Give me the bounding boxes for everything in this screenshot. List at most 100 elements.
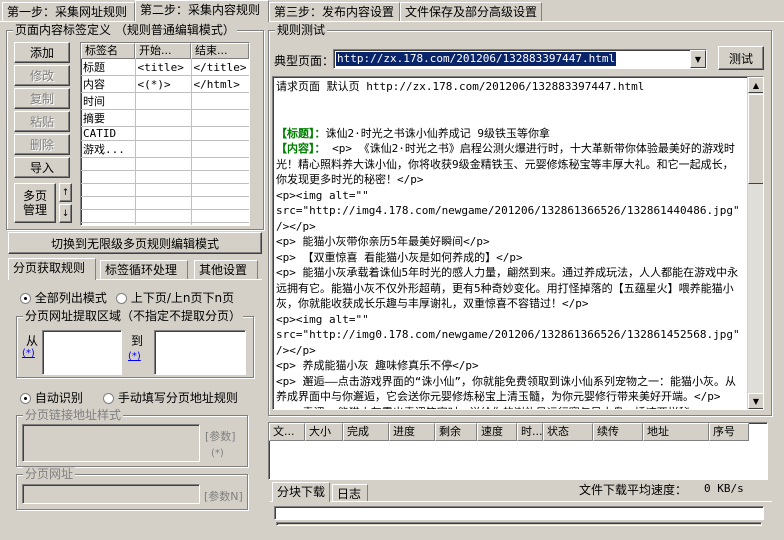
output-text: src="http://img4.178.com/newgame/201206/… <box>276 204 740 233</box>
tab-step2[interactable]: 第二步：采集内容规则 <box>135 0 269 22</box>
scroll-thumb[interactable] <box>748 94 763 184</box>
to-star-link[interactable]: (*) <box>128 351 141 362</box>
tab-block-download[interactable]: 分块下载 <box>272 482 330 502</box>
delete-button[interactable]: 删除 <box>14 134 70 155</box>
modify-button[interactable]: 修改 <box>14 65 70 86</box>
mode-all-radio[interactable]: 全部列出模式 <box>20 289 107 306</box>
from-star-link[interactable]: (*) <box>22 348 35 359</box>
table-cell <box>135 109 192 127</box>
table-cell <box>191 140 249 158</box>
table-row[interactable] <box>81 209 249 223</box>
paste-button[interactable]: 粘贴 <box>14 111 70 132</box>
download-col-header[interactable]: 大小 <box>305 423 343 441</box>
content-tags-table[interactable]: 标签名 开始... 结束... 标题 <title> </title> 内容 <(*)>… <box>80 42 250 226</box>
move-up-button[interactable]: ↑ <box>59 183 72 202</box>
output-line: <p> 【双重惊喜 看能猫小灰是如何养成的】</p> <box>276 250 744 266</box>
download-col-header[interactable]: 文... <box>269 423 305 441</box>
download-col-header[interactable]: 剩余 <box>435 423 477 441</box>
col-header-end[interactable]: 结束... <box>191 43 249 59</box>
auto-detect-radio[interactable]: 自动识别 <box>20 389 83 406</box>
download-col-header[interactable]: 速度 <box>477 423 517 441</box>
table-cell <box>81 196 136 210</box>
import-button[interactable]: 导入 <box>14 157 70 178</box>
combo-dropdown-button[interactable]: ▼ <box>690 50 706 68</box>
output-line: 请求页面 默认页 http://zx.178.com/201206/132883… <box>276 79 744 95</box>
table-cell <box>81 170 136 184</box>
output-text: <p> 能猫小灰承载着诛仙5年时光的感人力量，翩然到来。通过养成玩法，人人都能在… <box>276 266 739 310</box>
content-tags-legend: 页面内容标签定义 （规则普通编辑模式） <box>13 23 237 37</box>
output-text: <p> 《诛仙2·时光之书》启程公测火爆进行时，十大革新带你体验最美好的游戏时光… <box>276 142 735 186</box>
table-cell: CATID <box>81 126 136 141</box>
output-line: <p><img alt="" <box>276 312 744 328</box>
tab-log[interactable]: 日志 <box>332 484 368 502</box>
link-style-legend: 分页链接地址样式 <box>23 408 124 422</box>
mode-updown-radio[interactable]: 上下页/上n页下n页 <box>116 289 234 306</box>
paging-url-field[interactable] <box>22 484 200 504</box>
add-button[interactable]: 添加 <box>14 42 70 63</box>
table-row[interactable]: CATID <box>81 126 249 141</box>
block-progress-area <box>274 506 764 520</box>
col-header-start[interactable]: 开始... <box>135 43 191 59</box>
typical-page-url-combo[interactable]: http://zx.178.com/201206/132883397447.ht… <box>333 49 707 69</box>
col-header-tagname[interactable]: 标签名 <box>81 43 135 59</box>
download-col-header[interactable]: 完成 <box>343 423 389 441</box>
table-row[interactable] <box>81 157 249 171</box>
scroll-up-button[interactable]: ▲ <box>748 77 763 93</box>
test-button[interactable]: 测试 <box>718 46 764 70</box>
paging-url-paramN[interactable]: [参数N] <box>204 488 243 504</box>
to-textarea[interactable] <box>154 330 246 375</box>
download-col-header[interactable]: 状态 <box>543 423 593 441</box>
download-col-header[interactable]: 地址 <box>643 423 709 441</box>
tab-other-settings[interactable]: 其他设置 <box>194 260 258 280</box>
table-row[interactable]: 游戏... <box>81 140 249 158</box>
link-style-param[interactable]: [参数] <box>205 428 236 444</box>
download-panel-border <box>270 501 772 502</box>
switch-multipage-mode-button[interactable]: 切换到无限级多页规则编辑模式 <box>8 232 262 254</box>
output-text: <p><img alt="" <box>276 312 369 326</box>
tab-step4[interactable]: 文件保存及部分高级设置 <box>400 2 542 22</box>
tab-step3[interactable]: 第三步：发布内容设置 <box>269 2 400 22</box>
table-row[interactable]: 标题 <title> </title> <box>81 59 249 76</box>
table-row[interactable] <box>81 183 249 197</box>
table-row[interactable] <box>81 196 249 210</box>
scroll-down-button[interactable]: ▼ <box>748 393 763 409</box>
tab-tag-loop[interactable]: 标签循环处理 <box>100 260 188 280</box>
manual-rule-radio[interactable]: 手动填写分页地址规则 <box>103 389 238 406</box>
paging-region-legend: 分页网址提取区域（不指定不提取分页） <box>23 309 244 323</box>
table-cell <box>191 183 249 197</box>
table-row[interactable] <box>81 222 249 225</box>
multipage-manage-button[interactable]: 多页 管理 <box>14 183 56 223</box>
tab-panel-border <box>0 21 784 22</box>
tab-step1[interactable]: 第一步：采集网址规则 <box>2 2 135 22</box>
download-list[interactable]: 文... 大小 完成 进度 剩余 速度 时... 状态 续传 地址 序号 <box>268 422 768 480</box>
radio-icon <box>20 393 31 404</box>
from-textarea[interactable] <box>42 330 122 375</box>
download-col-header[interactable]: 时... <box>517 423 543 441</box>
table-row[interactable]: 摘要 <box>81 109 249 127</box>
output-key: 【标题】： <box>276 126 326 140</box>
test-output-area[interactable]: 请求页面 默认页 http://zx.178.com/201206/132883… <box>272 76 764 410</box>
table-cell <box>135 222 192 225</box>
table-row[interactable] <box>81 170 249 184</box>
tab-paging-rule[interactable]: 分页获取规则 <box>8 258 96 280</box>
download-col-header[interactable]: 序号 <box>709 423 749 441</box>
download-col-header[interactable]: 进度 <box>389 423 435 441</box>
output-text: src="http://img0.178.com/newgame/201206/… <box>276 328 740 357</box>
download-col-header[interactable]: 续传 <box>593 423 643 441</box>
link-style-param-star[interactable]: (*) <box>211 448 224 459</box>
output-line <box>276 95 744 111</box>
table-row[interactable]: 时间 <box>81 92 249 110</box>
output-text: 请求页面 默认页 http://zx.178.com/201206/132883… <box>276 80 645 93</box>
move-down-button[interactable]: ↓ <box>59 204 72 223</box>
output-scrollbar[interactable]: ▲ ▼ <box>747 77 763 409</box>
copy-button[interactable]: 复制 <box>14 88 70 109</box>
output-line: <p> 能猫小灰承载着诛仙5年时光的感人力量，翩然到来。通过养成玩法，人人都能在… <box>276 265 744 312</box>
table-cell: 摘要 <box>81 109 136 127</box>
typical-page-url-value: http://zx.178.com/201206/132883397447.ht… <box>336 52 617 66</box>
table-row[interactable]: 内容 <(*)> </html> <box>81 75 249 93</box>
content-tags-rows: 标题 <title> </title> 内容 <(*)> </html> 时间 摘要 CATID… <box>81 59 249 225</box>
link-style-textarea[interactable] <box>22 424 200 462</box>
table-cell <box>191 196 249 210</box>
